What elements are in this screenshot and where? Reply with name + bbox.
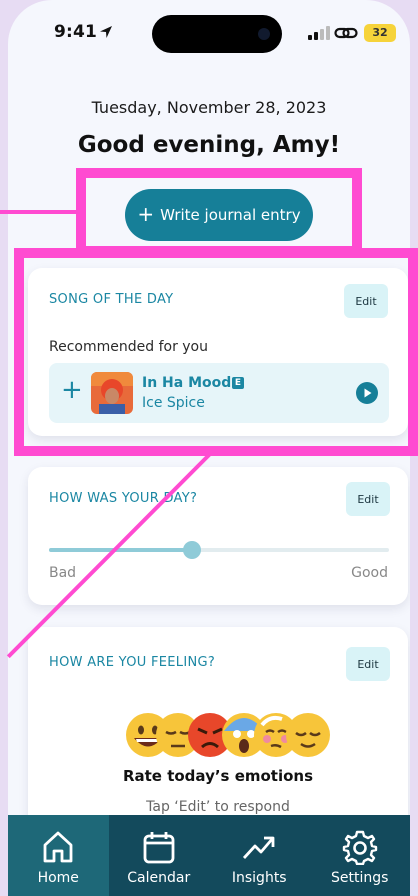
- home-icon: [43, 831, 73, 863]
- greeting-title: Good evening, Amy!: [77, 132, 341, 158]
- emoji-cluster: [124, 711, 334, 763]
- signal-icon: [308, 26, 330, 40]
- rate-emotions-subtitle: Tap ‘Edit’ to respond: [146, 799, 290, 815]
- gear-icon: [342, 830, 377, 865]
- tab-settings-label: Settings: [331, 870, 389, 886]
- battery-indicator: 32: [364, 24, 396, 42]
- status-time: 9:41: [54, 22, 98, 42]
- day-slider-thumb[interactable]: [182, 541, 201, 559]
- feeling-edit-button[interactable]: Edit: [346, 647, 390, 681]
- date-label: Tuesday, November 28, 2023: [91, 98, 327, 117]
- trending-up-icon: [243, 836, 275, 859]
- bottom-tab-bar: Home Calendar Insights Settings: [8, 815, 410, 896]
- how-was-your-day-card: HOW WAS YOUR DAY? Edit Bad Good: [28, 467, 408, 605]
- slider-max-label: Good: [351, 565, 388, 581]
- day-card-title: HOW WAS YOUR DAY?: [49, 491, 198, 506]
- tab-calendar[interactable]: Calendar: [109, 815, 210, 896]
- slider-min-label: Bad: [49, 565, 77, 581]
- calendar-icon: [143, 832, 175, 864]
- annotation-pointer-line: [0, 210, 78, 214]
- tab-home[interactable]: Home: [8, 815, 109, 896]
- day-slider-track[interactable]: [49, 548, 389, 552]
- day-slider-fill: [49, 548, 192, 552]
- day-edit-button[interactable]: Edit: [346, 482, 390, 516]
- location-arrow-icon: [100, 26, 112, 38]
- rate-emotions-title: Rate today’s emotions: [122, 767, 314, 785]
- tab-insights-label: Insights: [231, 870, 287, 886]
- link-icon: [334, 27, 358, 39]
- camera-dot: [258, 28, 270, 40]
- song-card-highlight-box: [14, 248, 418, 456]
- tab-home-label: Home: [37, 870, 79, 886]
- feeling-card-title: HOW ARE YOU FEELING?: [49, 655, 216, 670]
- tab-settings[interactable]: Settings: [310, 815, 411, 896]
- tab-insights[interactable]: Insights: [209, 815, 310, 896]
- tab-calendar-label: Calendar: [127, 870, 191, 886]
- write-entry-highlight-box: [76, 168, 362, 256]
- relieved-face-icon: [286, 713, 330, 757]
